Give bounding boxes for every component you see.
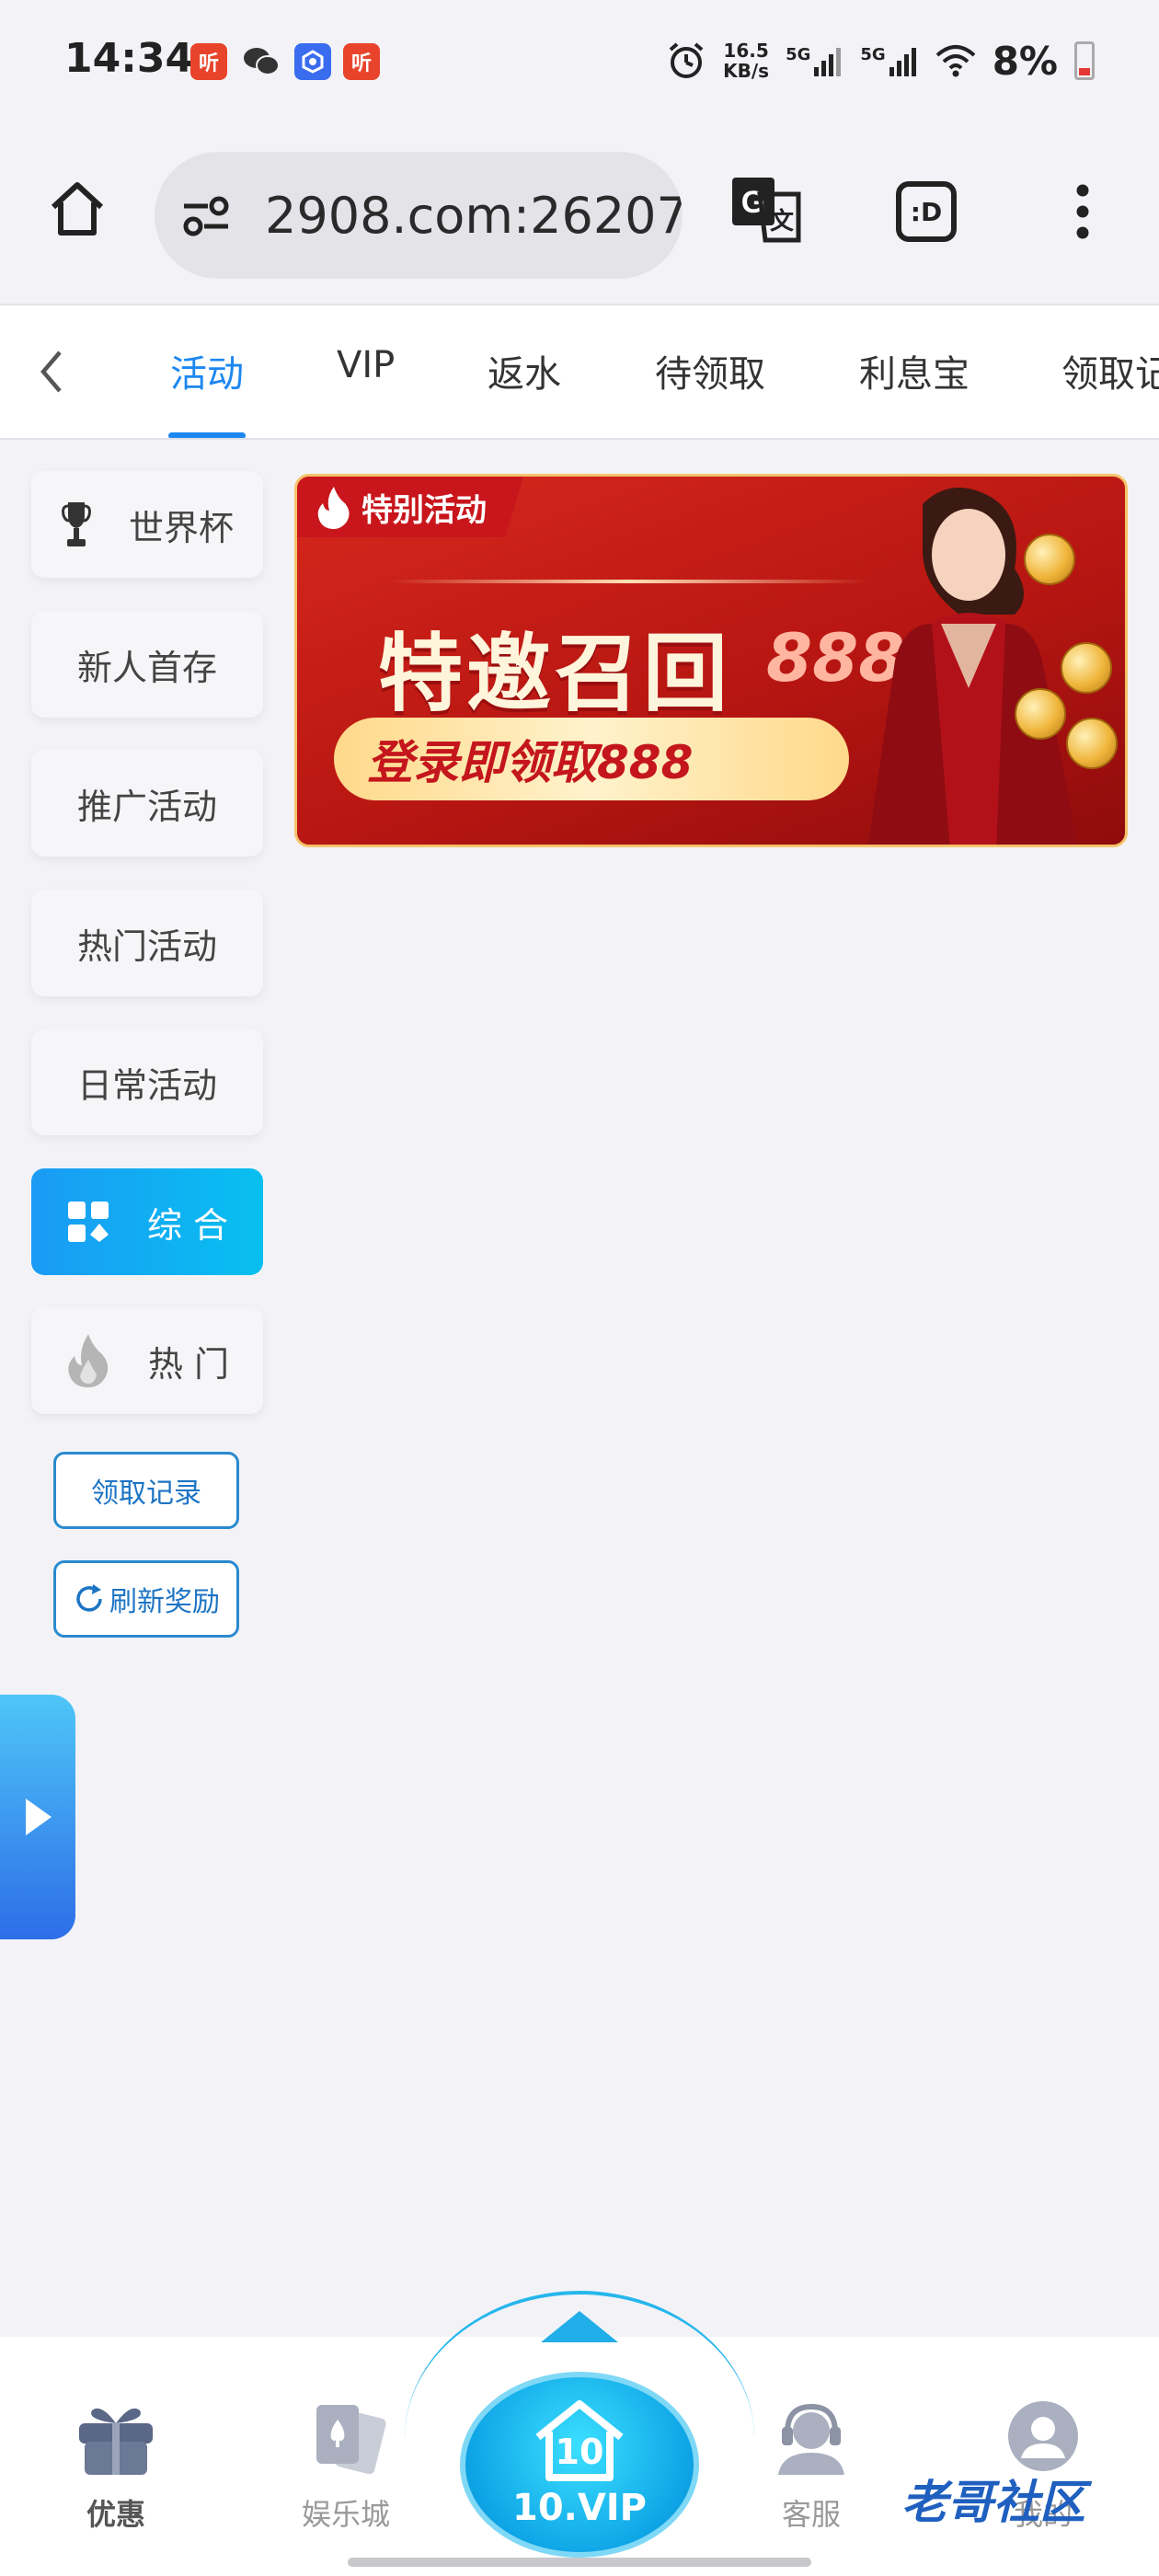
nav-item-support[interactable]: 客服 bbox=[738, 2399, 885, 2534]
category-tabs: 活动 VIP 返水 待领取 利息宝 领取记 bbox=[0, 304, 1159, 440]
side-expand-handle[interactable] bbox=[0, 1695, 75, 1939]
ting-app-icon: 听 bbox=[190, 43, 227, 80]
tab-fanshui[interactable]: 返水 bbox=[488, 344, 561, 397]
tab-switcher-icon[interactable]: :D bbox=[896, 181, 957, 242]
cards-icon bbox=[316, 2405, 386, 2475]
battery-icon bbox=[1074, 41, 1095, 80]
coin-icon bbox=[1015, 688, 1066, 740]
sidebar-item-label: 热 门 bbox=[147, 1343, 230, 1385]
status-bar: 14:34 听 听 16.5 KB/s 5G 5G 8% bbox=[0, 0, 1159, 124]
browser-toolbar: 2908.com:26207 G文 :D bbox=[0, 124, 1159, 304]
nav-item-offers[interactable]: 优惠 bbox=[42, 2399, 189, 2534]
address-bar[interactable]: 2908.com:26207 bbox=[155, 152, 683, 279]
coin-icon bbox=[1024, 534, 1075, 585]
fire-icon bbox=[65, 1332, 111, 1389]
refresh-icon bbox=[73, 1582, 106, 1616]
vip-level-badge: 10 bbox=[555, 2432, 604, 2472]
sidebar-item-daily[interactable]: 日常活动 bbox=[31, 1029, 263, 1135]
banner-subtitle: 登录即领取888 bbox=[334, 718, 849, 800]
translate-icon[interactable]: G文 bbox=[729, 172, 802, 246]
banner-title: 特邀召回 bbox=[378, 625, 732, 723]
chevron-left-icon[interactable] bbox=[33, 346, 70, 397]
camera-app-icon bbox=[294, 43, 331, 80]
banner-tag: 特别活动 bbox=[297, 477, 523, 537]
tab-huodong[interactable]: 活动 bbox=[170, 344, 244, 397]
nav-label: 10.VIP bbox=[511, 2487, 647, 2529]
coin-icon bbox=[1066, 718, 1118, 769]
sidebar-item-hot[interactable]: 热 门 bbox=[31, 1307, 263, 1414]
battery-percent: 8% bbox=[992, 38, 1058, 84]
sidebar-item-label: 综 合 bbox=[146, 1204, 229, 1246]
sidebar-item-label: 推广活动 bbox=[76, 786, 217, 827]
signal-5g-1: 5G bbox=[786, 45, 843, 76]
sidebar-item-newcomer[interactable]: 新人首存 bbox=[31, 611, 263, 718]
sidebar-item-label: 日常活动 bbox=[76, 1064, 217, 1106]
net-speed: 16.5 KB/s bbox=[723, 40, 770, 82]
nav-label: 优惠 bbox=[86, 2497, 145, 2532]
signal-bars-icon bbox=[814, 48, 842, 76]
sidebar-item-general[interactable]: 综 合 bbox=[31, 1168, 263, 1275]
sidebar-item-promotion[interactable]: 推广活动 bbox=[31, 750, 263, 857]
signal-bars-icon bbox=[889, 48, 916, 76]
sidebar-item-label: 新人首存 bbox=[76, 647, 217, 688]
tab-vip[interactable]: VIP bbox=[337, 344, 395, 386]
sidebar-item-label: 世界杯 bbox=[128, 507, 234, 548]
status-right-group: 16.5 KB/s 5G 5G 8% bbox=[666, 35, 1095, 86]
status-time: 14:34 bbox=[64, 35, 194, 82]
watermark-logo: 老哥社区 bbox=[901, 2476, 1085, 2529]
active-tab-indicator bbox=[168, 432, 246, 438]
tab-pending[interactable]: 待领取 bbox=[655, 344, 765, 397]
svg-text:文: 文 bbox=[770, 207, 795, 236]
signal-5g-2: 5G bbox=[860, 45, 918, 76]
nav-item-vip[interactable]: 10 10.VIP bbox=[460, 2372, 699, 2558]
support-icon bbox=[778, 2403, 844, 2475]
tab-interest[interactable]: 利息宝 bbox=[859, 344, 970, 397]
coin-icon bbox=[1061, 642, 1112, 694]
sidebar-item-hot-events[interactable]: 热门活动 bbox=[31, 890, 263, 996]
vip-home-icon: 10 bbox=[529, 2400, 630, 2481]
flame-icon bbox=[317, 487, 350, 529]
wifi-icon bbox=[935, 45, 976, 77]
trophy-icon bbox=[61, 499, 92, 550]
play-arrow-icon bbox=[26, 1799, 52, 1835]
tab-records[interactable]: 领取记 bbox=[1061, 344, 1159, 397]
home-icon[interactable] bbox=[44, 176, 110, 242]
banner-divider bbox=[389, 580, 867, 583]
more-icon[interactable] bbox=[1067, 179, 1098, 244]
claim-records-button[interactable]: 领取记录 bbox=[53, 1452, 239, 1529]
refresh-rewards-button[interactable]: 刷新奖励 bbox=[53, 1560, 239, 1638]
expand-arrow-icon[interactable] bbox=[541, 2311, 618, 2342]
alarm-icon bbox=[669, 42, 704, 78]
nav-label: 娱乐城 bbox=[301, 2497, 390, 2532]
promo-banner-recall[interactable]: 特别活动 特邀召回 888 登录即领取888 bbox=[294, 474, 1128, 847]
site-settings-icon[interactable] bbox=[178, 189, 234, 244]
sidebar-item-label: 热门活动 bbox=[76, 926, 217, 967]
ting-app-icon: 听 bbox=[343, 43, 380, 80]
nav-item-casino[interactable]: 娱乐城 bbox=[272, 2399, 419, 2534]
nav-label: 客服 bbox=[781, 2497, 841, 2532]
gesture-home-bar[interactable] bbox=[348, 2558, 811, 2567]
grid-icon bbox=[66, 1200, 110, 1244]
gift-icon bbox=[79, 2408, 153, 2475]
wechat-icon bbox=[243, 43, 280, 80]
url-text[interactable]: 2908.com:26207 bbox=[265, 187, 683, 245]
refresh-label: 刷新奖励 bbox=[109, 1586, 220, 1618]
sidebar-item-worldcup[interactable]: 世界杯 bbox=[31, 471, 263, 578]
